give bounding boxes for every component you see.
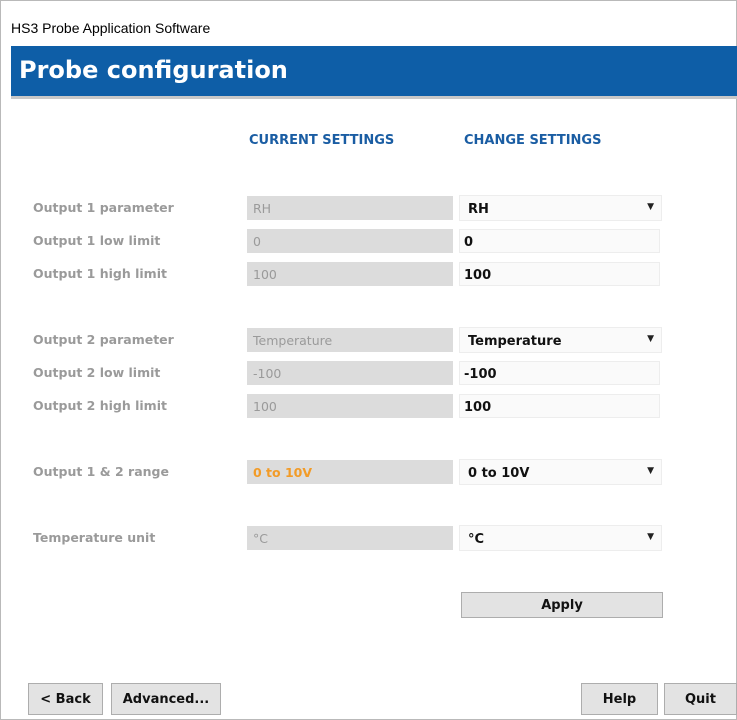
output-range-label: Output 1 & 2 range [33,464,169,479]
output1-parameter-current: RH [247,196,453,220]
output1-parameter-select[interactable]: RH ▼ [459,195,662,221]
output2-high-limit-current: 100 [247,394,453,418]
current-settings-header: CURRENT SETTINGS [249,133,395,148]
back-button[interactable]: < Back [28,683,103,715]
change-settings-header: CHANGE SETTINGS [464,133,602,148]
chevron-down-icon: ▼ [647,202,654,212]
output1-parameter-label: Output 1 parameter [33,200,174,215]
quit-button[interactable]: Quit [664,683,737,715]
output-range-value: 0 to 10V [468,466,530,481]
output2-parameter-select[interactable]: Temperature ▼ [459,327,662,353]
help-button[interactable]: Help [581,683,658,715]
output2-low-limit-input[interactable]: -100 [459,361,660,385]
output1-low-limit-label: Output 1 low limit [33,233,161,248]
output2-parameter-value: Temperature [468,334,562,349]
temperature-unit-value: °C [468,532,485,547]
chevron-down-icon: ▼ [647,334,654,344]
output1-high-limit-current: 100 [247,262,453,286]
window-title: HS3 Probe Application Software [11,20,211,36]
advanced-button[interactable]: Advanced... [111,683,221,715]
output2-high-limit-label: Output 2 high limit [33,398,167,413]
output2-parameter-current: Temperature [247,328,453,352]
page-title: Probe configuration [19,56,288,84]
output1-parameter-value: RH [468,202,489,217]
output2-high-limit-input[interactable]: 100 [459,394,660,418]
chevron-down-icon: ▼ [647,466,654,476]
output1-low-limit-current: 0 [247,229,453,253]
temperature-unit-current: °C [247,526,453,550]
header-banner: Probe configuration [11,46,737,99]
chevron-down-icon: ▼ [647,532,654,542]
output2-parameter-label: Output 2 parameter [33,332,174,347]
output-range-current: 0 to 10V [247,460,453,484]
output1-low-limit-input[interactable]: 0 [459,229,660,253]
temperature-unit-select[interactable]: °C ▼ [459,525,662,551]
app-window: HS3 Probe Application Software Probe con… [0,0,737,720]
output-range-select[interactable]: 0 to 10V ▼ [459,459,662,485]
output2-low-limit-current: -100 [247,361,453,385]
output2-low-limit-label: Output 2 low limit [33,365,161,380]
output1-high-limit-input[interactable]: 100 [459,262,660,286]
apply-button[interactable]: Apply [461,592,663,618]
temperature-unit-label: Temperature unit [33,530,156,545]
output1-high-limit-label: Output 1 high limit [33,266,167,281]
